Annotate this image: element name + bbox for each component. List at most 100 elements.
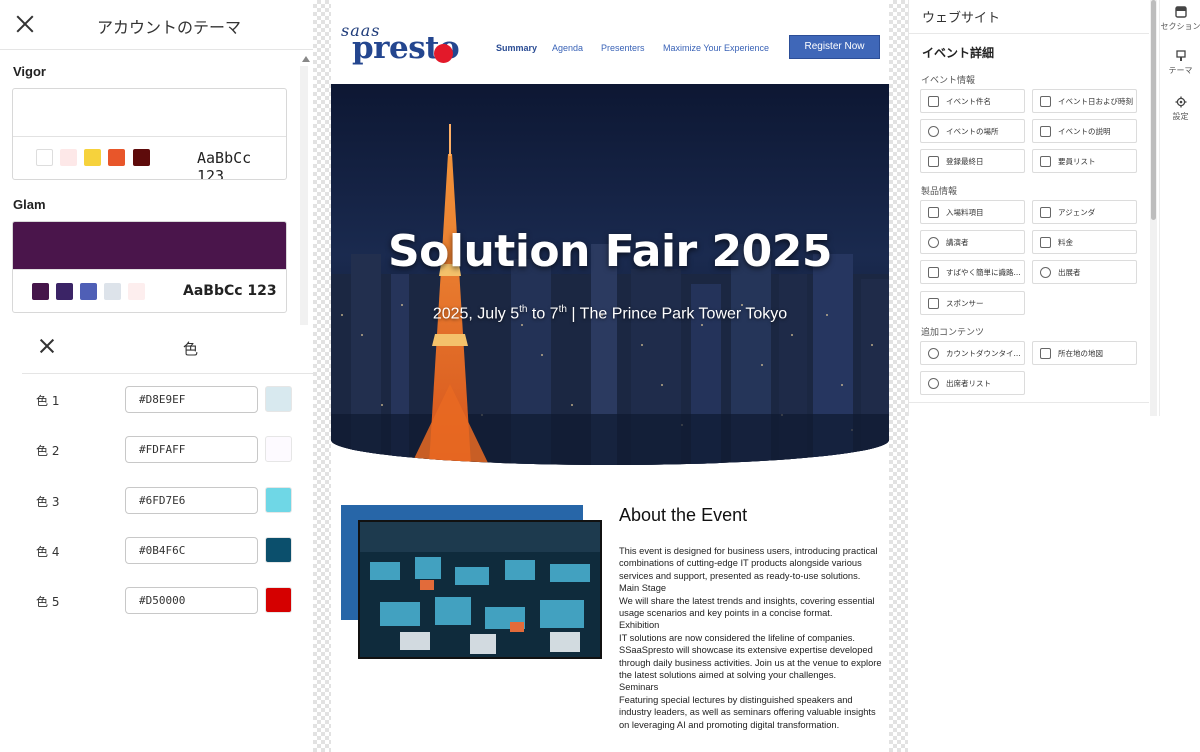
hero-banner: Solution Fair 2025 2025, July 5th to 7th… xyxy=(331,84,889,465)
sponsor-icon xyxy=(928,298,939,309)
nav-presenters[interactable]: Presenters xyxy=(601,43,645,53)
site-header: saas presto Summary Agenda Presenters Ma… xyxy=(331,0,889,84)
right-panel-title: ウェブサイト xyxy=(922,11,1001,26)
hex-input-3[interactable]: #6FD7E6 xyxy=(125,487,258,514)
theme-swatch xyxy=(56,283,73,300)
item-location-map[interactable]: 所在地の地図 xyxy=(1032,341,1137,365)
right-panel-scroll-thumb[interactable] xyxy=(1151,0,1156,220)
hex-input-5[interactable]: #D50000 xyxy=(125,587,258,614)
color-swatch-1[interactable] xyxy=(265,386,292,412)
theme-panel-header: アカウントのテーマ xyxy=(0,0,313,50)
theme-panel-title: アカウントのテーマ xyxy=(97,18,242,37)
event-name-icon xyxy=(928,96,939,107)
item-event-description[interactable]: イベントの説明 xyxy=(1032,119,1137,143)
item-countdown[interactable]: カウントダウンタイ... xyxy=(920,341,1025,365)
item-registration-deadline[interactable]: 登録最終日 xyxy=(920,149,1025,173)
group-label-event-info: イベント情報 xyxy=(921,76,976,86)
hex-input-4[interactable]: #0B4F6C xyxy=(125,537,258,564)
item-sponsors[interactable]: スポンサー xyxy=(920,291,1025,315)
theme-scrollbar[interactable] xyxy=(300,66,308,325)
scroll-up-icon[interactable] xyxy=(302,56,310,62)
theme-icon xyxy=(1175,50,1186,61)
item-staff-list[interactable]: 要員リスト xyxy=(1032,149,1137,173)
theme-swatch xyxy=(133,149,150,166)
theme-panel: アカウントのテーマ Vigor AaBbCc 123 Glam AaBbCc 1… xyxy=(0,0,313,325)
color-panel-title: 色 xyxy=(183,340,199,358)
color-swatch-3[interactable] xyxy=(265,487,292,513)
theme-swatch xyxy=(80,283,97,300)
rail-sections[interactable]: セクション xyxy=(1160,6,1200,32)
group-label-extra-content: 追加コンテンツ xyxy=(921,328,985,338)
color-swatch-5[interactable] xyxy=(265,587,292,613)
logo-dot-icon xyxy=(434,44,453,63)
item-event-location[interactable]: イベントの場所 xyxy=(920,119,1025,143)
event-details-heading: イベント詳細 xyxy=(922,46,995,60)
theme-preview-top xyxy=(13,89,286,137)
theme-swatch xyxy=(128,283,145,300)
color-row-5: 色 5 #D50000 xyxy=(0,587,313,617)
theme-name-glam: Glam xyxy=(13,197,46,212)
item-pricing[interactable]: 料金 xyxy=(1032,230,1137,254)
countdown-icon xyxy=(928,348,939,359)
close-icon[interactable] xyxy=(38,337,56,355)
exhibition-hall-image xyxy=(358,520,602,659)
nav-maximize[interactable]: Maximize Your Experience xyxy=(663,43,769,53)
item-attendee-list[interactable]: 出席者リスト xyxy=(920,371,1025,395)
theme-card-vigor[interactable]: AaBbCc 123 xyxy=(12,88,287,180)
color-row-3: 色 3 #6FD7E6 xyxy=(0,487,313,517)
theme-swatch xyxy=(36,149,53,166)
color-swatch-2[interactable] xyxy=(265,436,292,462)
location-pin-icon xyxy=(928,126,939,137)
item-admission[interactable]: 入場料項目 xyxy=(920,200,1025,224)
gear-icon xyxy=(1175,96,1186,108)
theme-name-vigor: Vigor xyxy=(13,64,46,79)
color-label: 色 5 xyxy=(36,595,60,609)
divider xyxy=(22,373,313,374)
side-rail: セクション テーマ 設定 xyxy=(1159,0,1200,416)
theme-swatch xyxy=(84,149,101,166)
website-preview: saas presto Summary Agenda Presenters Ma… xyxy=(331,0,889,752)
color-swatch-4[interactable] xyxy=(265,537,292,563)
item-quick-path[interactable]: すばやく簡単に識路... xyxy=(920,260,1025,284)
item-exhibitors[interactable]: 出展者 xyxy=(1032,260,1137,284)
divider xyxy=(909,33,1149,34)
theme-swatch xyxy=(108,149,125,166)
attendees-icon xyxy=(928,378,939,389)
item-agenda[interactable]: アジェンダ xyxy=(1032,200,1137,224)
theme-font-sample: AaBbCc 123 xyxy=(197,149,252,180)
list-icon xyxy=(1040,156,1051,167)
hex-input-1[interactable]: #D8E9EF xyxy=(125,386,258,413)
color-label: 色 3 xyxy=(36,495,60,509)
register-button[interactable]: Register Now xyxy=(789,35,880,59)
calendar-icon xyxy=(1040,96,1051,107)
theme-swatch xyxy=(104,283,121,300)
hand-icon xyxy=(928,156,939,167)
close-icon[interactable] xyxy=(14,13,36,35)
map-icon xyxy=(1040,348,1051,359)
theme-preview-top xyxy=(13,222,286,270)
website-sections-panel: ウェブサイト イベント詳細 イベント情報 イベント件名 イベント日および時刻 イ… xyxy=(908,0,1149,416)
color-label: 色 2 xyxy=(36,444,60,458)
rail-theme[interactable]: テーマ xyxy=(1160,50,1200,76)
hex-input-2[interactable]: #FDFAFF xyxy=(125,436,258,463)
hero-subtitle: 2025, July 5th to 7th | The Prince Park … xyxy=(432,304,788,323)
rail-settings[interactable]: 設定 xyxy=(1160,96,1200,122)
group-label-product-info: 製品情報 xyxy=(921,187,958,197)
description-icon xyxy=(1040,126,1051,137)
item-event-datetime[interactable]: イベント日および時刻 xyxy=(1032,89,1137,113)
about-title: About the Event xyxy=(619,505,748,525)
theme-swatch xyxy=(32,283,49,300)
speaker-icon xyxy=(928,237,939,248)
quick-list-icon xyxy=(928,267,939,278)
nav-agenda[interactable]: Agenda xyxy=(552,43,583,53)
item-event-name[interactable]: イベント件名 xyxy=(920,89,1025,113)
theme-card-glam[interactable]: AaBbCc 123 xyxy=(12,221,287,313)
section-icon xyxy=(1174,6,1187,18)
exhibitor-icon xyxy=(1040,267,1051,278)
price-tag-icon xyxy=(1040,237,1051,248)
canvas-background-right xyxy=(889,0,908,752)
color-label: 色 1 xyxy=(36,394,60,408)
nav-summary[interactable]: Summary xyxy=(496,43,537,53)
item-speakers[interactable]: 講演者 xyxy=(920,230,1025,254)
color-row-1: 色 1 #D8E9EF xyxy=(0,386,313,416)
